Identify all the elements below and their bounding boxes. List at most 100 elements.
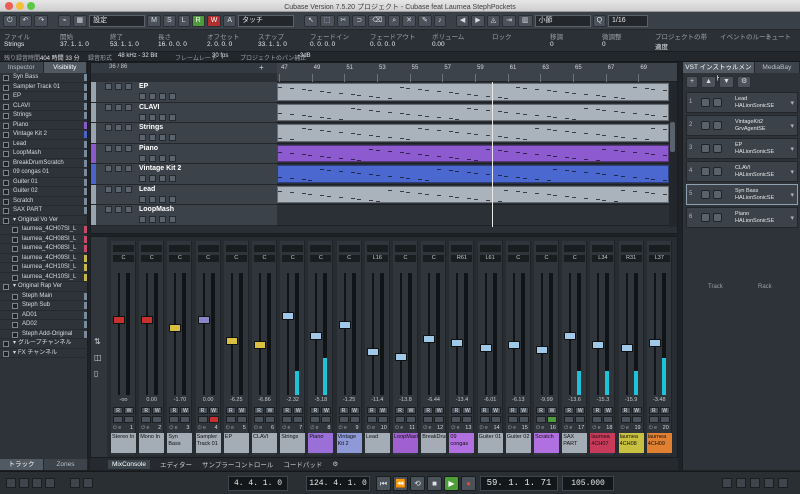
write-automation-button[interactable]: W (518, 407, 529, 414)
visibility-item[interactable]: BreakDrumScratch (0, 159, 88, 168)
write-button[interactable] (149, 113, 156, 121)
volume-value[interactable]: -13.6 (562, 397, 587, 403)
pan-control[interactable]: L61 (479, 255, 501, 262)
track-header[interactable]: Vintage Kit 2 (91, 164, 277, 185)
write-automation-button[interactable]: W (547, 407, 557, 414)
edit-instrument-button[interactable] (159, 175, 166, 182)
power-icon[interactable] (701, 98, 710, 107)
pan-control[interactable]: C (113, 255, 134, 262)
record-mode-icon[interactable] (19, 478, 29, 488)
volume-value[interactable]: -6.25 (224, 397, 249, 403)
mute-button[interactable] (451, 416, 462, 423)
mute-button[interactable] (105, 83, 112, 90)
midi-part[interactable] (277, 124, 669, 142)
project-cursor[interactable] (492, 82, 493, 227)
read-button[interactable] (139, 216, 146, 223)
channel-name[interactable]: laurnea 4CH09 (646, 433, 672, 453)
visibility-checkbox[interactable] (12, 227, 18, 233)
vst-instrument-slot[interactable]: 1 Lead HALionSonicSE ▾ (686, 92, 798, 113)
volume-value[interactable]: -1.25 (337, 397, 362, 403)
left-locator[interactable]: 4. 4. 1. 0 (228, 476, 288, 491)
visibility-checkbox[interactable] (12, 274, 18, 281)
visibility-item[interactable]: Guiter 02 (0, 187, 88, 197)
mute-button[interactable] (423, 416, 434, 423)
volume-fader[interactable] (620, 343, 633, 352)
zoom-tool-icon[interactable]: ⌕ (388, 14, 401, 27)
add-track-icon[interactable]: + (259, 63, 264, 72)
channel-view-icon[interactable]: ◫ (94, 353, 102, 362)
automation-mode-select[interactable]: タッチ (238, 14, 294, 27)
mute-button[interactable] (105, 144, 112, 152)
input-routing[interactable] (451, 245, 473, 252)
nudge-right-icon[interactable]: ▶ (471, 14, 485, 27)
midi-part[interactable] (277, 165, 669, 183)
write-button[interactable] (149, 216, 156, 223)
automation-mode-button[interactable]: A (223, 14, 236, 27)
write-automation-button[interactable]: W (152, 407, 163, 414)
volume-fader[interactable] (169, 324, 182, 333)
info-value[interactable]: 0. 0. 0. 0 (370, 41, 395, 48)
visibility-item[interactable]: ▾ Original Vo Ver (0, 216, 88, 225)
solo-button[interactable] (115, 124, 122, 131)
pan-control[interactable]: C (197, 255, 219, 262)
input-routing[interactable] (254, 245, 275, 252)
write-button[interactable] (149, 175, 156, 182)
visibility-checkbox[interactable] (3, 179, 9, 186)
volume-fader[interactable] (423, 334, 436, 343)
visibility-item[interactable]: Sampler Track 01 (0, 83, 88, 92)
track-lane[interactable] (277, 123, 669, 144)
visibility-checkbox[interactable] (3, 170, 9, 176)
track-lane[interactable] (277, 164, 669, 185)
read-automation-button[interactable]: R (141, 407, 152, 414)
tab-mediabay[interactable]: MediaBay (754, 62, 800, 73)
visibility-item[interactable]: ▾ FX チャンネル (0, 349, 88, 358)
visibility-checkbox[interactable] (3, 350, 9, 357)
monitor-button[interactable] (125, 83, 132, 90)
power-icon[interactable] (701, 190, 710, 199)
visibility-item[interactable]: EP (0, 92, 88, 102)
visibility-item[interactable]: laurnea_4CH08SI_L (0, 235, 88, 244)
solo-button[interactable] (462, 416, 473, 423)
lane-button[interactable] (169, 93, 176, 100)
input-routing[interactable] (366, 245, 388, 252)
track-header[interactable]: LoopMash (91, 205, 277, 226)
volume-value[interactable]: -11.4 (365, 397, 390, 403)
volume-fader[interactable] (451, 339, 464, 348)
channel-name[interactable]: Guiter 02 (505, 433, 531, 453)
write-automation-button[interactable]: W (208, 407, 219, 414)
solo-button[interactable] (518, 416, 529, 423)
ruler[interactable]: 47 49 51 53 55 57 59 61 63 65 67 69 (277, 63, 677, 82)
vertical-scrollbar[interactable] (669, 82, 677, 227)
edit-instrument-icon[interactable] (713, 144, 722, 153)
edit-instrument-button[interactable] (159, 113, 166, 121)
pan-control[interactable]: C (310, 255, 332, 262)
visibility-item[interactable]: laurnea_4CH07SI_L (0, 225, 88, 235)
volume-fader[interactable] (395, 352, 407, 361)
chevron-down-icon[interactable]: ▾ (790, 145, 794, 153)
channel-name[interactable]: Lead (364, 433, 390, 453)
volume-value[interactable]: 0.00 (139, 397, 164, 403)
pan-control[interactable]: L34 (592, 255, 614, 262)
power-icon[interactable] (701, 144, 710, 153)
info-value[interactable]: 16. 0. 0. 0 (158, 41, 187, 48)
read-button[interactable] (139, 113, 146, 121)
channel-name[interactable]: Scratch (534, 433, 559, 453)
redo-button[interactable]: ↷ (34, 14, 49, 27)
solo-button[interactable] (631, 416, 642, 423)
track-header[interactable]: Strings (91, 123, 277, 144)
tab-visibility[interactable]: Visibility (43, 62, 87, 73)
volume-fader[interactable] (536, 345, 548, 354)
input-routing[interactable] (169, 245, 191, 252)
read-button[interactable] (139, 93, 146, 100)
edit-instrument-icon[interactable] (713, 190, 722, 199)
grid-type-icon[interactable]: ▥ (517, 14, 533, 27)
input-routing[interactable] (620, 245, 642, 252)
power-icon[interactable] (701, 213, 710, 222)
read-automation-button[interactable]: R (507, 407, 518, 414)
visibility-checkbox[interactable] (3, 75, 9, 81)
write-automation-button[interactable]: W (206, 14, 222, 27)
volume-fader[interactable] (564, 332, 577, 341)
right-locator[interactable]: 124. 4. 1. 0 (306, 476, 370, 491)
edit-instrument-button[interactable] (159, 216, 166, 223)
position-display[interactable]: 59. 1. 1. 71 (480, 476, 558, 491)
